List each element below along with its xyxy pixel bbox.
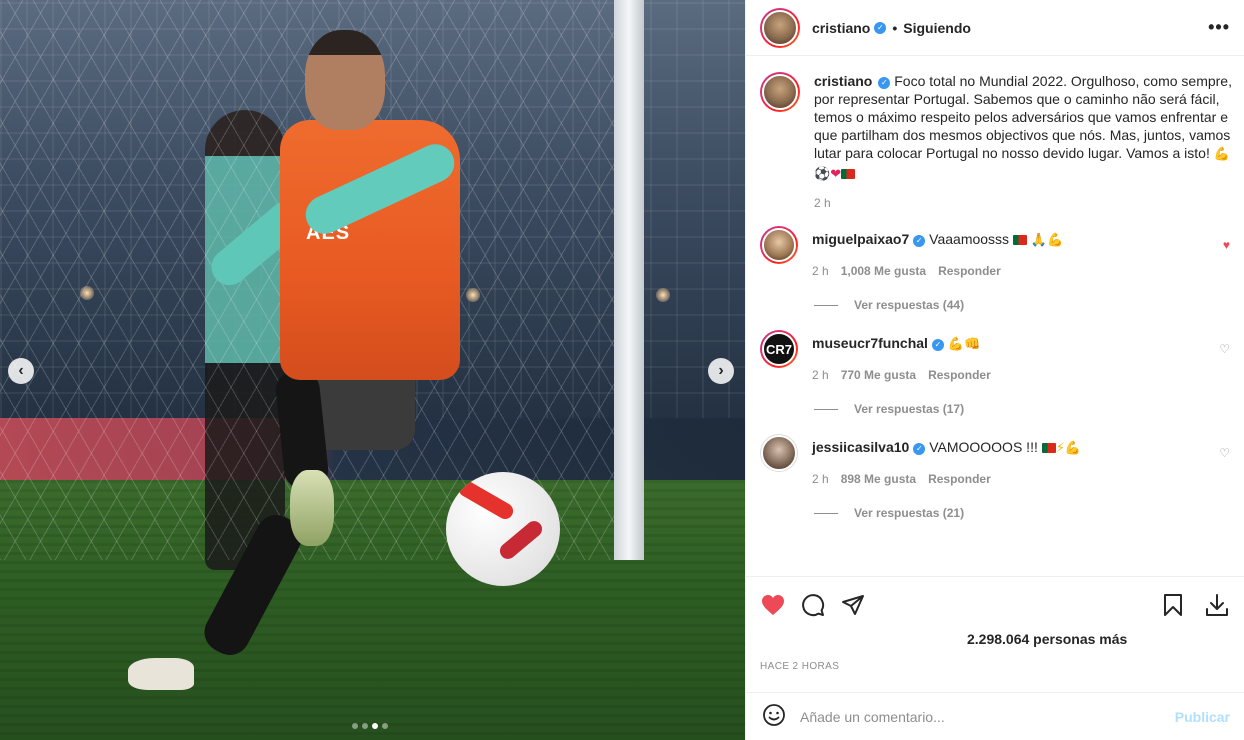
comment-like-heart-icon[interactable]: ♥ [1223, 238, 1230, 252]
post-image[interactable]: AES ‹ › [0, 0, 745, 740]
comment-likes[interactable]: 1,008 Me gusta [841, 264, 926, 278]
carousel-dot [362, 723, 368, 729]
author-avatar[interactable] [760, 72, 800, 112]
commenter-avatar[interactable] [760, 434, 798, 472]
following-button[interactable]: Siguiendo [903, 20, 971, 36]
author-avatar[interactable] [760, 7, 800, 48]
cr7-logo: CR7 [762, 332, 796, 366]
football [446, 472, 560, 586]
portugal-flag-emoji [1041, 443, 1056, 453]
heart-icon[interactable] [760, 592, 786, 618]
carousel-dot [352, 723, 358, 729]
carousel-indicator [352, 723, 388, 729]
bookmark-icon[interactable] [1160, 592, 1186, 618]
view-replies-label: Ver respuestas (21) [854, 506, 965, 520]
comment-input[interactable] [800, 708, 1175, 725]
comment-likes[interactable]: 898 Me gusta [841, 472, 916, 486]
likes-count[interactable]: 2.298.064 personas más [760, 631, 1230, 647]
stadium-light [656, 288, 670, 302]
portugal-flag-emoji [1012, 235, 1027, 245]
commenter-avatar[interactable]: CR7 [760, 330, 798, 368]
comment-text: Vaaamoosss [929, 231, 1010, 247]
emoji-icon[interactable] [762, 703, 786, 730]
post-header: cristiano ✓ • Siguiendo ••• [746, 0, 1244, 56]
player-boot [290, 470, 334, 546]
more-options-icon[interactable]: ••• [1208, 17, 1230, 38]
carousel-dot-active [372, 723, 378, 729]
reply-button[interactable]: Responder [928, 472, 991, 486]
lightning-emoji: ⚡ [1055, 441, 1065, 456]
verified-badge-icon: ✓ [913, 443, 926, 455]
comment-time[interactable]: 2 h [812, 368, 829, 382]
flexed-biceps-emoji: 💪 [1064, 441, 1082, 456]
comments-list[interactable]: cristiano ✓ Foco total no Mundial 2022. O… [746, 56, 1244, 576]
view-replies-label: Ver respuestas (17) [854, 402, 965, 416]
replies-divider [814, 512, 838, 514]
view-replies-button[interactable]: Ver respuestas (44) [814, 298, 1230, 312]
comment-like-heart-icon[interactable]: ♡ [1219, 342, 1230, 356]
comment-username[interactable]: jessiicasilva10 [812, 439, 909, 455]
caption-time: 2 h [814, 196, 831, 210]
comment-username[interactable]: museucr7funchal [812, 335, 928, 351]
flexed-biceps-emoji: 💪 [1047, 233, 1064, 248]
comment-likes[interactable]: 770 Me gusta [841, 368, 916, 382]
comment-like-heart-icon[interactable]: ♡ [1219, 446, 1230, 460]
author-username[interactable]: cristiano [812, 20, 870, 36]
flexed-biceps-emoji: 💪 [947, 337, 965, 352]
goal-post [614, 0, 644, 560]
comment-text: VAMOOOOOS !!! [929, 439, 1038, 455]
player-boot [128, 658, 194, 690]
comment-icon[interactable] [800, 592, 826, 618]
download-icon[interactable] [1204, 592, 1230, 618]
comment-item: miguelpaixao7 ✓ Vaaamoosss 🙏💪 2 h 1,008 M… [760, 226, 1230, 278]
caption-username[interactable]: cristiano [814, 73, 872, 89]
carousel-dot [382, 723, 388, 729]
folded-hands-emoji: 🙏 [1030, 233, 1048, 248]
comment-time[interactable]: 2 h [812, 472, 829, 486]
comment-item: jessiicasilva10 ✓ VAMOOOOOS !!! ⚡💪 2 h 89… [760, 434, 1230, 486]
post-caption: cristiano ✓ Foco total no Mundial 2022. O… [760, 72, 1232, 210]
replies-divider [814, 304, 838, 306]
soccer-ball-emoji: ⚽ [814, 167, 831, 182]
verified-badge-icon: ✓ [874, 21, 887, 34]
likes-text: 2.298.064 personas más [967, 631, 1128, 647]
commenter-avatar[interactable] [760, 226, 798, 264]
reply-button[interactable]: Responder [938, 264, 1001, 278]
add-comment-bar: Publicar [746, 692, 1244, 740]
verified-badge-icon: ✓ [931, 339, 944, 351]
chevron-right-icon: › [718, 362, 724, 379]
red-heart-emoji: ❤ [830, 167, 842, 182]
view-replies-button[interactable]: Ver respuestas (17) [814, 402, 1230, 416]
reply-button[interactable]: Responder [928, 368, 991, 382]
caption-text: Foco total no Mundial 2022. Orgulhoso, c… [814, 73, 1232, 161]
comment-item: CR7 museucr7funchal ✓ 💪👊 2 h 770 Me gusta… [760, 330, 1230, 382]
replies-divider [814, 408, 838, 410]
post-timestamp[interactable]: HACE 2 HORAS [760, 661, 1230, 672]
portugal-flag-emoji [841, 169, 856, 179]
comment-username[interactable]: miguelpaixao7 [812, 231, 909, 247]
comment-time[interactable]: 2 h [812, 264, 829, 278]
post-actions: 2.298.064 personas más HACE 2 HORAS [746, 576, 1244, 692]
share-icon[interactable] [840, 592, 866, 618]
verified-badge-icon: ✓ [913, 235, 926, 247]
chevron-left-icon: ‹ [18, 362, 24, 379]
next-slide-button[interactable]: › [708, 358, 734, 384]
post-side-panel: cristiano ✓ • Siguiendo ••• cristiano ✓ F… [745, 0, 1244, 740]
view-replies-label: Ver respuestas (44) [854, 298, 965, 312]
post-modal: AES ‹ › cristiano ✓ • Siguiendo ••• [0, 0, 1244, 740]
publish-button[interactable]: Publicar [1175, 709, 1230, 725]
separator-dot: • [892, 19, 898, 36]
player-head [305, 30, 385, 130]
flexed-biceps-emoji: 💪 [1213, 147, 1230, 162]
previous-slide-button[interactable]: ‹ [8, 358, 34, 384]
verified-badge-icon: ✓ [878, 77, 891, 89]
fist-emoji: 👊 [964, 337, 981, 352]
view-replies-button[interactable]: Ver respuestas (21) [814, 506, 1230, 520]
